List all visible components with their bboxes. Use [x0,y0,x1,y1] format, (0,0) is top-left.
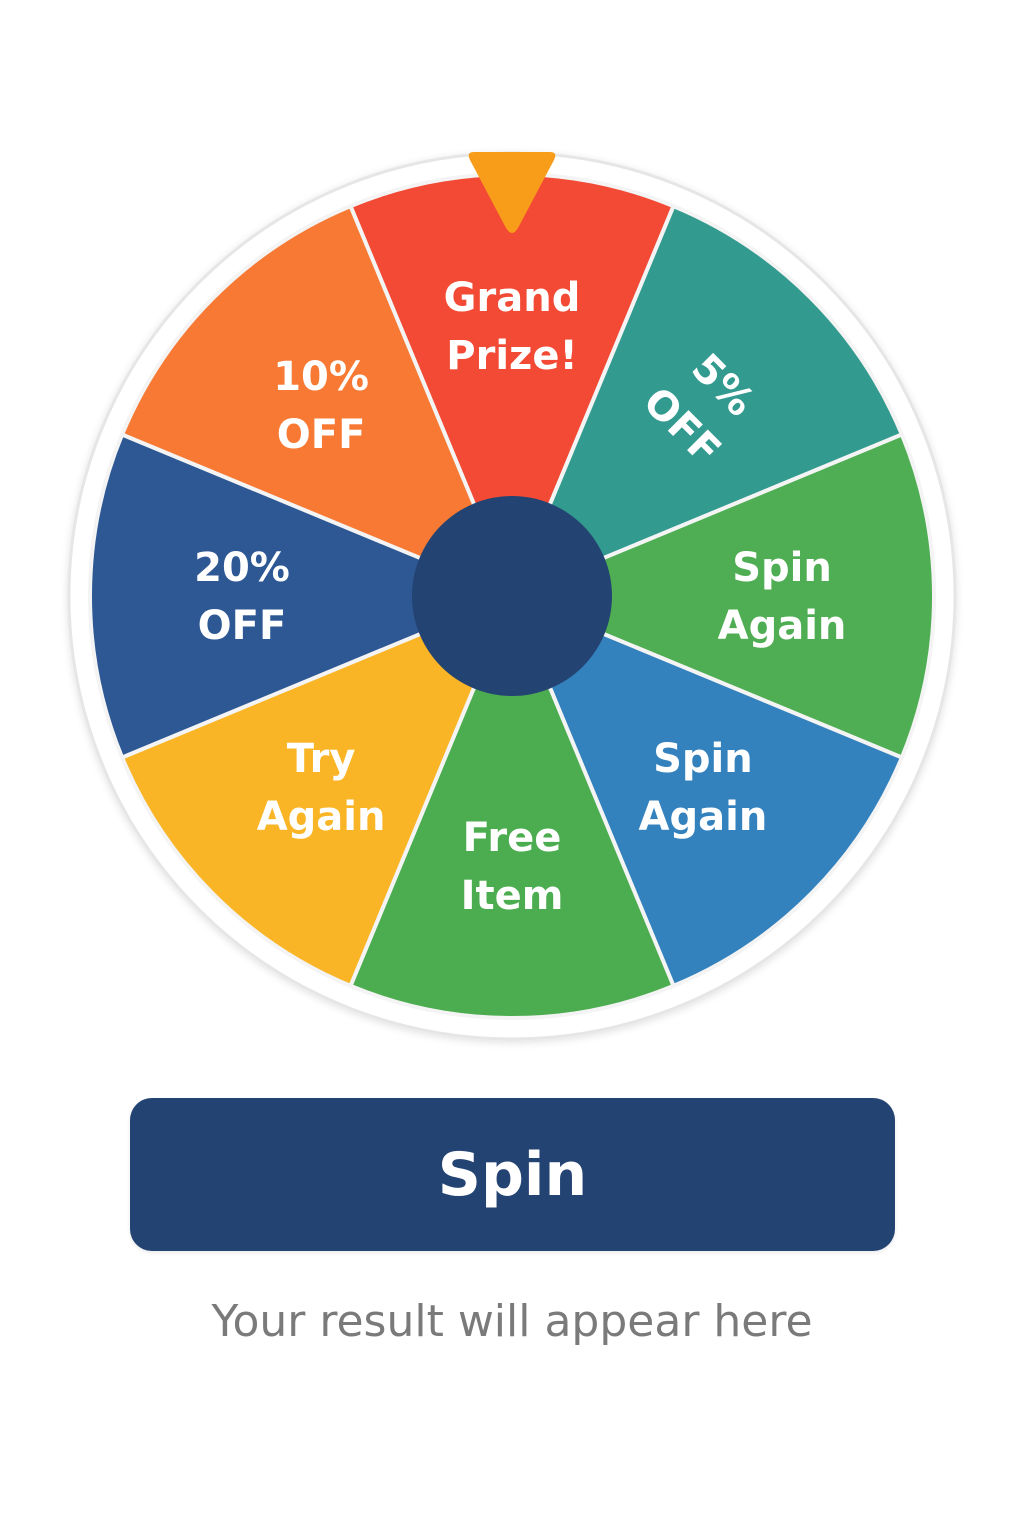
spin-wheel-page: Grand Prize! 5%OFF Spin Again Spin Again Free It… [0,0,1024,1536]
wheel-segment-label-line: 10% [273,354,369,400]
prize-wheel[interactable]: Grand Prize! 5%OFF Spin Again Spin Again Free It… [62,146,962,1046]
wheel-segment-label-line: Try [287,736,356,782]
prize-wheel-graphic[interactable]: Grand Prize! 5%OFFSpin AgainSpin AgainFree It… [62,146,962,1046]
result-text: Your result will appear here [211,1296,813,1347]
wheel-segment-label-line: Prize! [446,333,577,379]
wheel-segment-label-line: Grand [444,275,581,321]
wheel-segment-label-line: Spin [732,545,832,591]
wheel-segment-label-line: Again [257,794,386,840]
wheel-segment-label-line: Spin [653,736,753,782]
spin-button[interactable]: Spin [130,1098,895,1251]
wheel-segment-label-line: 20% [194,545,290,591]
wheel-hub[interactable] [412,496,612,696]
wheel-segment-label-line: Again [718,603,847,649]
wheel-segment-label-line: Free [463,815,562,861]
wheel-segment-label-line: Again [639,794,768,840]
wheel-segment-label-line: Item [461,873,564,919]
wheel-segment-label-line: OFF [277,412,366,458]
wheel-segment-label-line: OFF [198,603,287,649]
